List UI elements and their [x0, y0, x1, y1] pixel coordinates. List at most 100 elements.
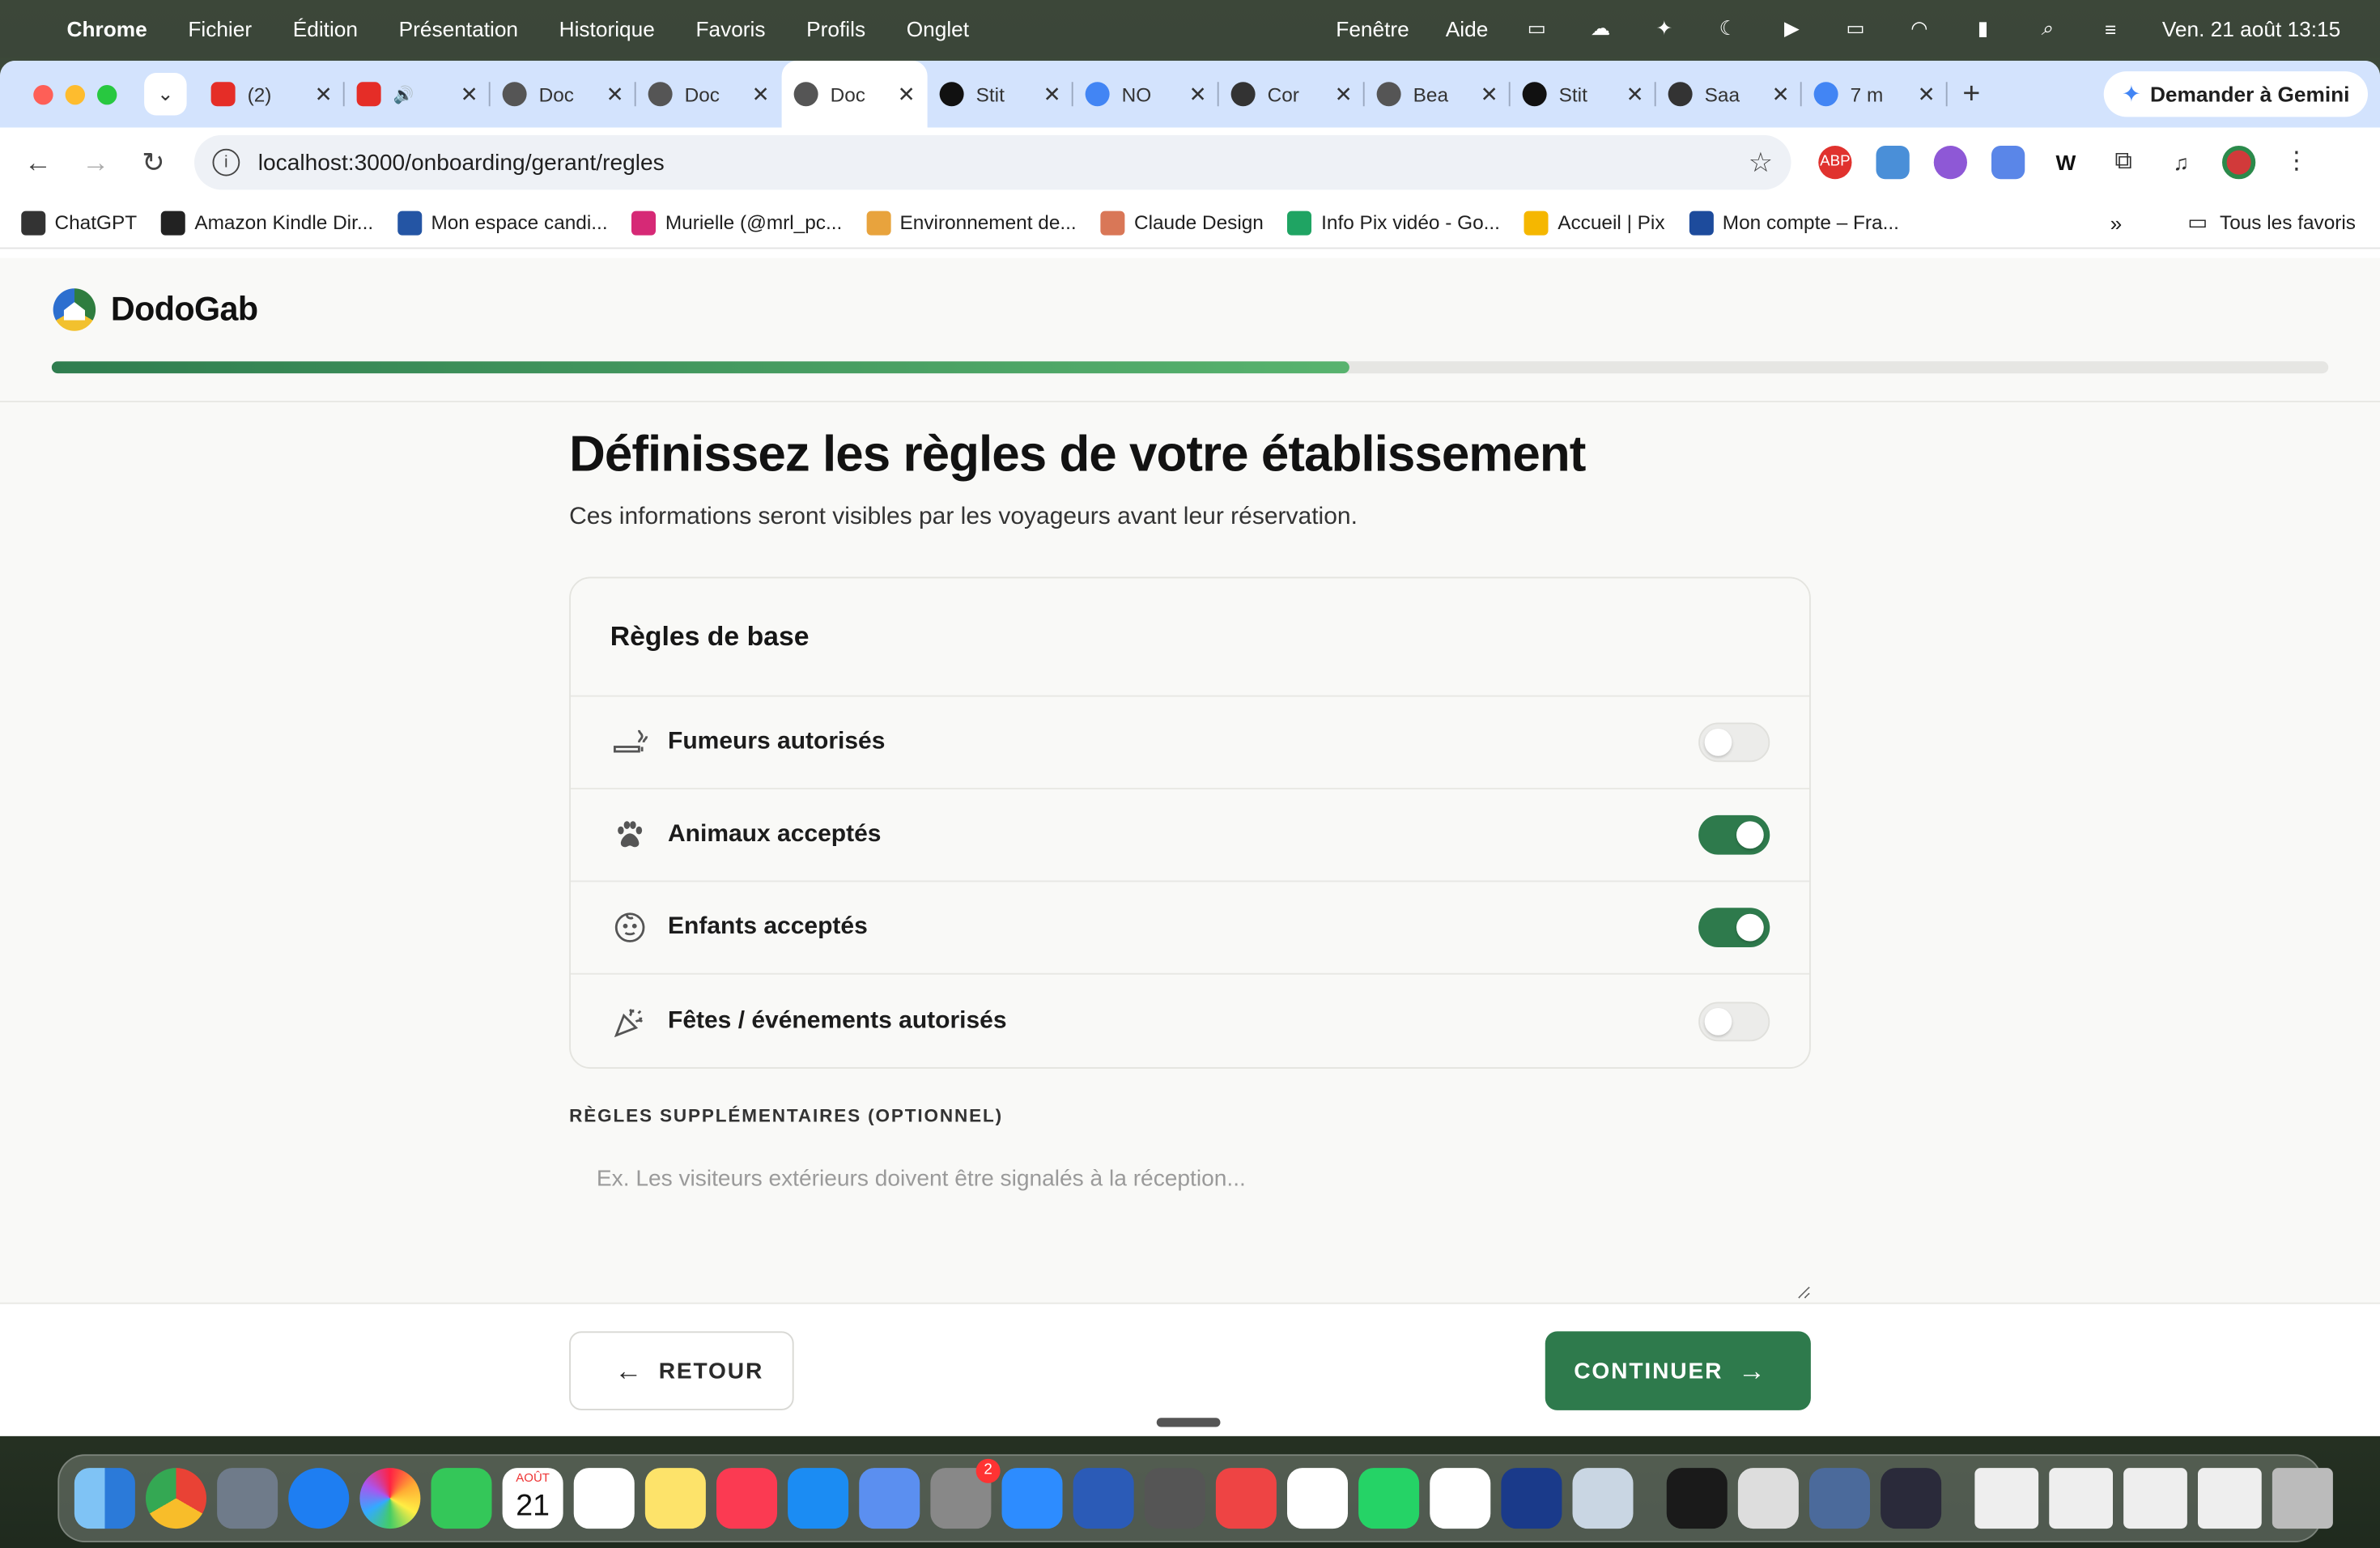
bookmark-item[interactable]: ChatGPT — [21, 210, 137, 235]
menubar-clock[interactable]: Ven. 21 août 13:15 — [2162, 17, 2340, 41]
capcut-icon[interactable] — [1287, 1468, 1348, 1529]
new-tab-button[interactable]: + — [1962, 77, 1980, 112]
translate-icon[interactable] — [1991, 146, 2025, 180]
iphone-mirroring-icon[interactable] — [1572, 1468, 1634, 1529]
minimized-window-thumbnail[interactable] — [2198, 1468, 2262, 1529]
forward-arrow-icon[interactable]: → — [67, 147, 125, 178]
close-tab-icon[interactable]: ✕ — [1918, 81, 1936, 107]
preview-icon[interactable] — [1737, 1468, 1799, 1529]
bookmark-item[interactable]: Environnement de... — [866, 210, 1077, 235]
play-icon[interactable]: ▶ — [1777, 17, 1808, 40]
tab-search-button[interactable]: ⌄ — [144, 73, 187, 116]
brand-logo[interactable]: DodoGab — [53, 288, 258, 331]
resize-handle[interactable] — [1156, 1418, 1221, 1427]
safari-icon[interactable] — [288, 1468, 350, 1529]
cloud-icon[interactable]: ☁ — [1585, 17, 1616, 40]
pets-toggle[interactable] — [1698, 814, 1770, 855]
back-arrow-icon[interactable]: ← — [9, 147, 66, 178]
tab-active[interactable]: Doc ✕ — [781, 61, 928, 128]
facetime-icon[interactable] — [431, 1468, 492, 1529]
bookmark-item[interactable]: Accueil | Pix — [1524, 210, 1665, 235]
minimized-window-thumbnail[interactable] — [2123, 1468, 2187, 1529]
trash-icon[interactable] — [2272, 1468, 2333, 1529]
close-tab-icon[interactable]: ✕ — [1043, 81, 1061, 107]
continue-button[interactable]: CONTINUER → — [1545, 1331, 1811, 1410]
bookmark-item[interactable]: Claude Design — [1100, 210, 1264, 235]
vpn-icon[interactable]: ✦ — [1649, 17, 1680, 40]
adblock-icon[interactable]: ABP — [1818, 146, 1852, 180]
close-tab-icon[interactable]: ✕ — [1335, 81, 1353, 107]
calculator-icon[interactable] — [1144, 1468, 1205, 1529]
menu-item[interactable]: Édition — [293, 17, 358, 41]
children-toggle[interactable] — [1698, 908, 1770, 947]
menu-app-name[interactable]: Chrome — [67, 17, 147, 41]
close-window-button[interactable] — [33, 84, 53, 104]
control-center-icon[interactable]: ≡ — [2095, 18, 2126, 40]
profile-avatar[interactable] — [2222, 146, 2256, 180]
close-tab-icon[interactable]: ✕ — [315, 81, 333, 107]
smoking-toggle[interactable] — [1698, 722, 1770, 763]
parties-toggle[interactable] — [1698, 1001, 1770, 1041]
chrome-menu-icon[interactable]: ⋮ — [2280, 146, 2314, 180]
finder-icon[interactable] — [74, 1468, 135, 1529]
menu-item[interactable]: Fenêtre — [1336, 17, 1409, 41]
close-tab-icon[interactable]: ✕ — [606, 81, 624, 107]
linear-icon[interactable] — [1430, 1468, 1491, 1529]
calendar-icon[interactable]: 21 — [502, 1468, 563, 1529]
tab[interactable]: Doc ✕ — [636, 61, 782, 128]
tab[interactable]: Saa ✕ — [1656, 61, 1802, 128]
bookmark-item[interactable]: Mon compte – Fra... — [1689, 210, 1899, 235]
close-tab-icon[interactable]: ✕ — [1189, 81, 1207, 107]
screen-share-icon[interactable]: ▭ — [1522, 17, 1553, 40]
zoom-icon[interactable] — [1001, 1468, 1063, 1529]
close-tab-icon[interactable]: ✕ — [1626, 81, 1644, 107]
media-control-icon[interactable]: ♫ — [2164, 146, 2198, 180]
chrome-icon[interactable] — [146, 1468, 206, 1529]
whatsapp-icon[interactable] — [1358, 1468, 1420, 1529]
wordtune-icon[interactable]: W — [2049, 146, 2083, 180]
tab[interactable]: 7 m ✕ — [1802, 61, 1948, 128]
tab[interactable]: 🔊 ✕ — [345, 61, 491, 128]
back-button[interactable]: ← RETOUR — [569, 1331, 794, 1410]
battery-icon[interactable]: ▭ — [1840, 17, 1871, 40]
bookmark-item[interactable]: Murielle (@mrl_pc... — [631, 210, 842, 235]
terminal-icon[interactable] — [1666, 1468, 1728, 1529]
audio-bars-icon[interactable]: ▮ — [1968, 17, 1999, 40]
tab[interactable]: (2) ✕ — [199, 61, 345, 128]
close-tab-icon[interactable]: ✕ — [752, 81, 770, 107]
close-tab-icon[interactable]: ✕ — [1772, 81, 1790, 107]
tasks-icon[interactable] — [1215, 1468, 1277, 1529]
bookmark-star-icon[interactable]: ☆ — [1749, 147, 1773, 178]
music-icon[interactable] — [716, 1468, 777, 1529]
testflight-icon[interactable] — [859, 1468, 920, 1529]
tab[interactable]: Stit ✕ — [1511, 61, 1656, 128]
minimize-window-button[interactable] — [65, 84, 85, 104]
menu-item[interactable]: Historique — [559, 17, 655, 41]
moon-icon[interactable]: ☾ — [1713, 17, 1744, 40]
tab[interactable]: Doc ✕ — [491, 61, 636, 128]
photos-icon[interactable] — [359, 1468, 421, 1529]
image-app-icon[interactable] — [1809, 1468, 1870, 1529]
speaker-icon[interactable]: 🔊 — [393, 84, 414, 104]
bookmark-item[interactable]: Info Pix vidéo - Go... — [1287, 210, 1500, 235]
address-bar[interactable]: i localhost:3000/onboarding/gerant/regle… — [194, 134, 1791, 190]
menu-item[interactable]: Favoris — [695, 17, 765, 41]
reload-icon[interactable]: ↻ — [125, 147, 182, 178]
wifi-icon[interactable]: ◠ — [1904, 17, 1935, 40]
tab[interactable]: Cor ✕ — [1219, 61, 1365, 128]
zoom-window-button[interactable] — [97, 84, 117, 104]
close-tab-icon[interactable]: ✕ — [461, 81, 478, 107]
extensions-puzzle-icon[interactable]: ⧉ — [2106, 146, 2140, 180]
audio-app-icon[interactable] — [1881, 1468, 1942, 1529]
url-text[interactable]: localhost:3000/onboarding/gerant/regles — [258, 150, 665, 176]
minimized-window-thumbnail[interactable] — [2049, 1468, 2113, 1529]
menu-item[interactable]: Aide — [1446, 17, 1489, 41]
site-info-icon[interactable]: i — [212, 148, 240, 176]
launchpad-icon[interactable] — [217, 1468, 278, 1529]
extension-icon[interactable] — [1876, 146, 1910, 180]
close-tab-icon[interactable]: ✕ — [1481, 81, 1498, 107]
all-bookmarks-folder[interactable]: ▭ Tous les favoris — [2187, 210, 2356, 236]
bookmark-item[interactable]: Amazon Kindle Dir... — [161, 210, 373, 235]
more-bookmarks-icon[interactable]: » — [2110, 211, 2123, 235]
word-icon[interactable] — [1073, 1468, 1134, 1529]
